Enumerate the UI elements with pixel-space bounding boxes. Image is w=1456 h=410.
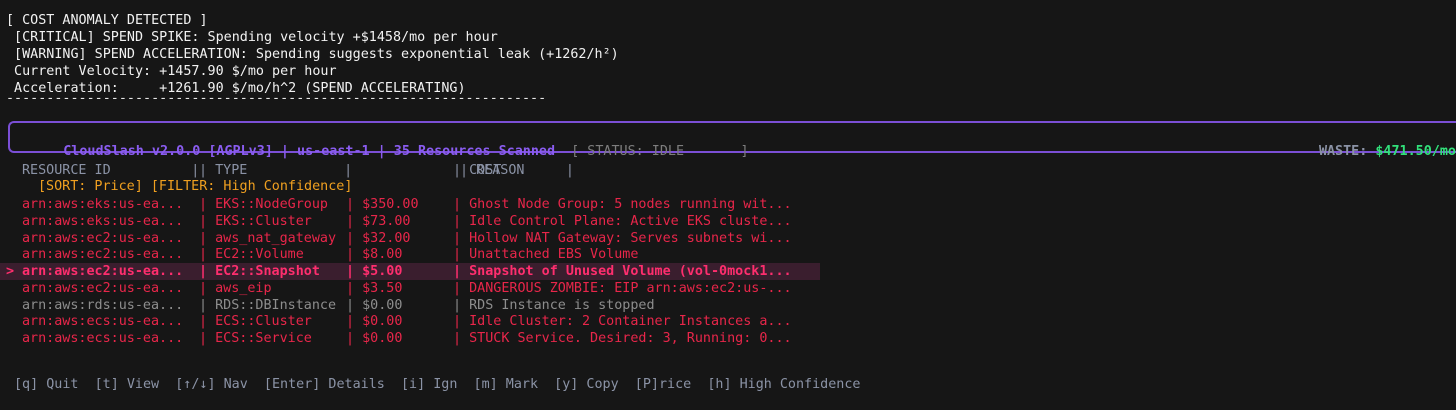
header-type: | TYPE |	[199, 163, 353, 178]
status-bar: CloudSlash v2.0.0 [AGPLv3] | us-east-1 |…	[8, 121, 1456, 159]
cost-cell: | $73.00	[346, 213, 411, 229]
cost-cell: | $8.00	[346, 247, 403, 263]
resource-id-cell: arn:aws:ec2:us-ea...	[22, 230, 184, 246]
reason-cell: | Idle Control Plane: Active EKS cluste.…	[453, 213, 792, 229]
anomaly-heading: [ COST ANOMALY DETECTED ]	[6, 13, 208, 28]
table-row[interactable]: arn:aws:ec2:us-ea... | aws_eip | $3.50 | DA…	[0, 280, 820, 297]
selection-cursor-icon: >	[6, 264, 15, 279]
waste-label: WASTE:	[1318, 144, 1376, 159]
type-cell: | EC2::Snapshot	[199, 264, 320, 279]
resource-id-cell: arn:aws:rds:us-ea...	[22, 297, 184, 313]
table-row[interactable]: arn:aws:ecs:us-ea... | ECS::Cluster | $0.0…	[0, 313, 820, 330]
anomaly-alert: [ COST ANOMALY DETECTED ] [CRITICAL] SPE…	[6, 12, 619, 97]
cost-cell: | $3.50	[346, 280, 403, 296]
reason-cell: | RDS Instance is stopped	[453, 297, 655, 313]
critical-line: [CRITICAL] SPEND SPIKE: Spending velocit…	[6, 30, 498, 45]
table-row[interactable]: arn:aws:rds:us-ea... | RDS::DBInstance | $…	[0, 297, 820, 314]
type-cell: | RDS::DBInstance	[199, 297, 337, 313]
resource-id-cell: arn:aws:eks:us-ea...	[22, 197, 184, 212]
resource-id-cell: arn:aws:ecs:us-ea...	[22, 331, 184, 346]
resource-id-cell: arn:aws:ec2:us-ea...	[22, 247, 184, 263]
resource-id-cell: arn:aws:ecs:us-ea...	[22, 314, 184, 330]
table-row[interactable]: arn:aws:ec2:us-ea... | EC2::Volume | $8.00…	[0, 246, 820, 263]
table-row[interactable]: arn:aws:eks:us-ea... | EKS::NodeGroup | $3…	[0, 196, 820, 213]
reason-cell: | STUCK Service. Desired: 3, Running: 0.…	[453, 331, 792, 346]
header-resource-id: RESOURCE ID |	[22, 163, 200, 178]
reason-cell: | Hollow NAT Gateway: Serves subnets wi.…	[453, 230, 792, 246]
status-indicator: [ STATUS: IDLE ]	[571, 144, 749, 159]
table-row[interactable]: arn:aws:ecs:us-ea... | ECS::Service | $0.0…	[0, 330, 820, 347]
cost-cell: | $32.00	[346, 230, 411, 246]
type-cell: | EKS::Cluster	[199, 213, 312, 229]
type-cell: | aws_nat_gateway	[199, 230, 337, 246]
type-cell: | ECS::Service	[199, 331, 312, 346]
table-header: RESOURCE ID | | TYPE | | COST | | REASON	[0, 162, 820, 179]
warning-line: [WARNING] SPEND ACCELERATION: Spending s…	[6, 47, 619, 62]
table-row[interactable]: > arn:aws:ec2:us-ea... | EC2::Snapshot | $5…	[0, 263, 820, 280]
reason-cell: | Snapshot of Unused Volume (vol-0mock1.…	[453, 264, 792, 279]
reason-cell: | Unattached EBS Volume	[453, 247, 639, 263]
separator: ----------------------------------------…	[6, 92, 546, 106]
type-cell: | EKS::NodeGroup	[199, 197, 328, 212]
resource-id-cell: arn:aws:ec2:us-ea...	[22, 264, 184, 279]
type-cell: | EC2::Volume	[199, 247, 304, 263]
sort-filter-indicator: [SORT: Price] [FILTER: High Confidence]	[38, 179, 353, 194]
header-reason: | REASON	[460, 163, 525, 178]
app-title: CloudSlash v2.0.0 [AGPLv3] | us-east-1 |…	[63, 144, 556, 159]
type-cell: | ECS::Cluster	[199, 314, 312, 330]
reason-cell: | Ghost Node Group: 5 nodes running wit.…	[453, 197, 792, 212]
keybindings-footer: [q] Quit [t] View [↑/↓] Nav [Enter] Deta…	[14, 377, 861, 392]
table-row[interactable]: arn:aws:eks:us-ea... | EKS::Cluster | $73.…	[0, 213, 820, 230]
table-row[interactable]: arn:aws:ec2:us-ea... | aws_nat_gateway | $…	[0, 230, 820, 247]
type-cell: | aws_eip	[199, 280, 272, 296]
reason-cell: | Idle Cluster: 2 Container Instances a.…	[453, 314, 792, 330]
cost-cell: | $0.00	[346, 314, 403, 330]
velocity-line: Current Velocity: +1457.90 $/mo per hour	[6, 64, 337, 79]
resource-id-cell: arn:aws:eks:us-ea...	[22, 213, 184, 229]
resource-id-cell: arn:aws:ec2:us-ea...	[22, 280, 184, 296]
cost-cell: | $350.00	[346, 197, 419, 212]
cost-cell: | $5.00	[346, 264, 403, 279]
cost-cell: | $0.00	[346, 297, 403, 313]
waste-value: $471.50/mo	[1375, 144, 1456, 159]
cost-cell: | $0.00	[346, 331, 403, 346]
reason-cell: | DANGEROUS ZOMBIE: EIP arn:aws:ec2:us-.…	[453, 280, 792, 296]
